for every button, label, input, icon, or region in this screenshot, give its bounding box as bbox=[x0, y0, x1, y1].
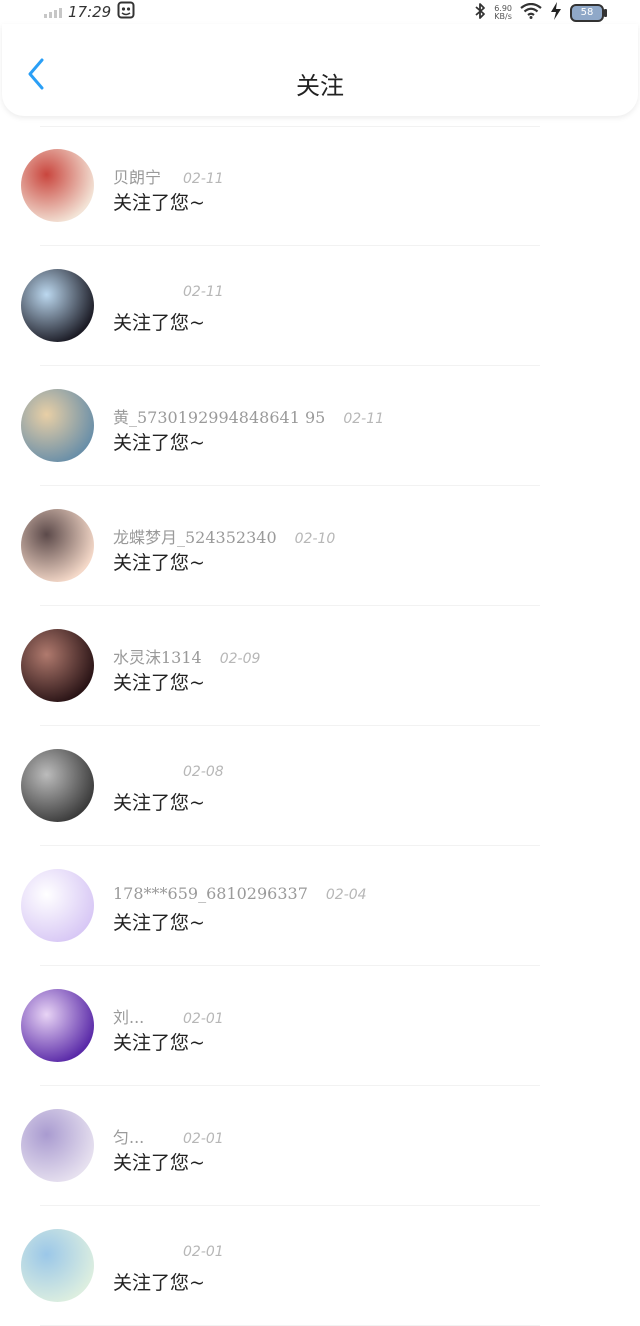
item-meta: 水灵沫1314 02-09 bbox=[113, 644, 260, 668]
avatar[interactable] bbox=[21, 869, 94, 942]
follow-date: 02-11 bbox=[343, 411, 385, 427]
avatar[interactable] bbox=[21, 269, 94, 342]
item-meta: 龙蝶梦月_524352340 02-10 bbox=[113, 524, 335, 548]
list-item[interactable]: 178***659_6810296337 02-04 关注了您~ bbox=[0, 846, 640, 966]
follow-message: 关注了您~ bbox=[113, 552, 205, 574]
follow-date: 02-11 bbox=[183, 171, 224, 187]
follow-message: 关注了您~ bbox=[113, 312, 205, 334]
status-bar: 17:29 6.90 KB/s 58 bbox=[0, 0, 640, 24]
user-name[interactable]: 水灵沫1314 bbox=[113, 644, 202, 668]
user-name[interactable]: 匀... bbox=[113, 1124, 165, 1148]
list-item[interactable]: 贝朗宁 02-11 关注了您~ bbox=[0, 126, 640, 246]
user-name[interactable]: 178***659_6810296337 bbox=[113, 884, 308, 903]
item-meta: 02-08 bbox=[113, 764, 224, 780]
follow-date: 02-11 bbox=[183, 284, 224, 300]
list-item[interactable]: 水灵沫1314 02-09 关注了您~ bbox=[0, 606, 640, 726]
avatar[interactable] bbox=[21, 749, 94, 822]
list-item[interactable]: 刘... 02-01 关注了您~ bbox=[0, 966, 640, 1086]
list-item[interactable]: 02-01 关注了您~ bbox=[0, 1206, 640, 1326]
list-item[interactable]: 龙蝶梦月_524352340 02-10 关注了您~ bbox=[0, 486, 640, 606]
avatar[interactable] bbox=[21, 629, 94, 702]
signal-icon bbox=[44, 6, 62, 18]
follow-date: 02-10 bbox=[294, 531, 336, 547]
avatar[interactable] bbox=[21, 509, 94, 582]
follow-message: 关注了您~ bbox=[113, 432, 205, 454]
list-item[interactable]: 02-08 关注了您~ bbox=[0, 726, 640, 846]
list-item[interactable]: 02-11 关注了您~ bbox=[0, 246, 640, 366]
follow-message: 关注了您~ bbox=[113, 912, 205, 934]
item-meta: 黄_5730192994848641 95 02-11 bbox=[113, 404, 384, 428]
charging-icon bbox=[550, 2, 562, 23]
status-left: 17:29 bbox=[44, 1, 135, 23]
follow-date: 02-08 bbox=[183, 764, 224, 780]
avatar[interactable] bbox=[21, 1229, 94, 1302]
follow-list: 贝朗宁 02-11 关注了您~ 02-11 关注了您~ 黄_573019299484864… bbox=[0, 126, 640, 1326]
page-title: 关注 bbox=[296, 72, 344, 100]
app-notification-icon bbox=[117, 1, 135, 23]
list-item[interactable]: 匀... 02-01 关注了您~ bbox=[0, 1086, 640, 1206]
item-meta: 贝朗宁 02-11 bbox=[113, 164, 224, 188]
bluetooth-icon bbox=[474, 2, 486, 23]
follow-message: 关注了您~ bbox=[113, 192, 205, 214]
status-right: 6.90 KB/s 58 bbox=[474, 2, 607, 23]
follow-date: 02-04 bbox=[325, 887, 367, 903]
follow-message: 关注了您~ bbox=[113, 1272, 205, 1294]
header: 关注 bbox=[2, 24, 638, 116]
battery-icon: 58 bbox=[570, 3, 607, 22]
follow-message: 关注了您~ bbox=[113, 672, 205, 694]
avatar[interactable] bbox=[21, 989, 94, 1062]
status-time: 17:29 bbox=[68, 3, 112, 21]
user-name[interactable]: 黄_5730192994848641 95 bbox=[113, 404, 325, 428]
follow-date: 02-09 bbox=[219, 651, 261, 667]
follow-message: 关注了您~ bbox=[113, 792, 205, 814]
avatar[interactable] bbox=[21, 389, 94, 462]
item-meta: 02-11 bbox=[113, 284, 224, 300]
user-name[interactable]: 贝朗宁 bbox=[113, 164, 165, 188]
avatar[interactable] bbox=[21, 1109, 94, 1182]
follow-message: 关注了您~ bbox=[113, 1032, 205, 1054]
net-speed-unit: KB/s bbox=[494, 11, 512, 21]
follow-message: 关注了您~ bbox=[113, 1152, 205, 1174]
follow-date: 02-01 bbox=[183, 1011, 224, 1027]
item-meta: 178***659_6810296337 02-04 bbox=[113, 884, 367, 903]
item-meta: 02-01 bbox=[113, 1244, 224, 1260]
net-speed: 6.90 KB/s bbox=[494, 4, 512, 21]
user-name[interactable]: 刘... bbox=[113, 1004, 165, 1028]
follow-date: 02-01 bbox=[183, 1244, 224, 1260]
wifi-icon bbox=[520, 2, 542, 22]
user-name[interactable]: 龙蝶梦月_524352340 bbox=[113, 524, 277, 548]
item-meta: 匀... 02-01 bbox=[113, 1124, 224, 1148]
item-meta: 刘... 02-01 bbox=[113, 1004, 224, 1028]
avatar[interactable] bbox=[21, 149, 94, 222]
list-item[interactable]: 黄_5730192994848641 95 02-11 关注了您~ bbox=[0, 366, 640, 486]
follow-date: 02-01 bbox=[183, 1131, 224, 1147]
